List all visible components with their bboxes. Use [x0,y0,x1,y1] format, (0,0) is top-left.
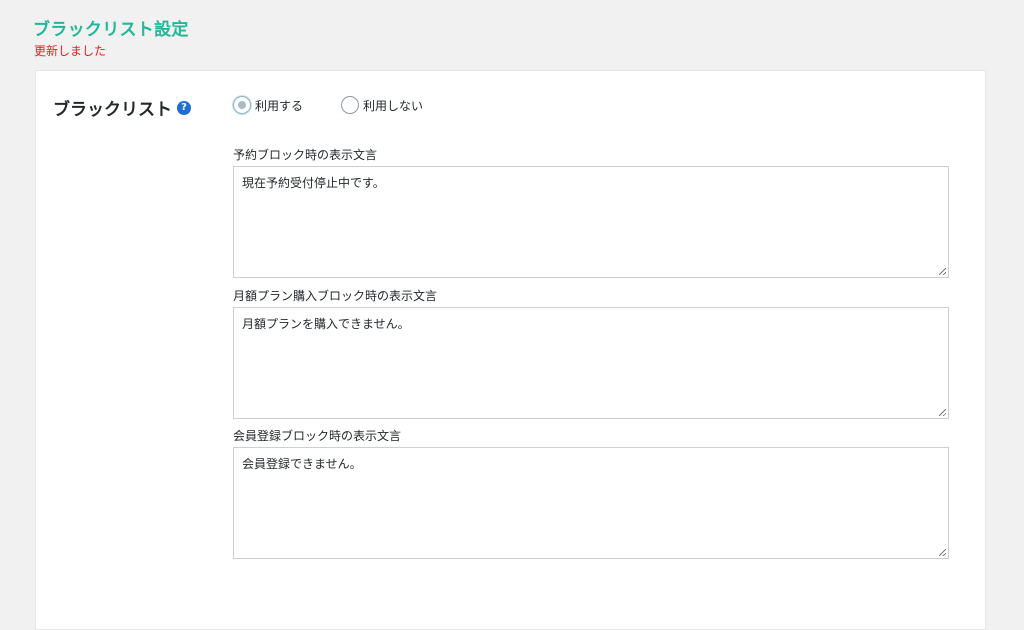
radio-option-use[interactable]: 利用する [233,96,303,114]
radio-use[interactable] [233,96,251,114]
member-registration-block-text: 会員登録できません。 [242,457,362,471]
question-circle-icon[interactable]: ? [177,100,191,115]
reservation-block-label: 予約ブロック時の表示文言 [233,148,378,162]
resize-handle-icon[interactable] [939,268,946,275]
resize-handle-icon[interactable] [939,549,946,556]
monthly-plan-block-text: 月額プランを購入できません。 [242,317,410,331]
settings-panel: ブラックリスト ? 利用する 利用しない 予約ブロック時の表示文言 現在予約受付… [35,70,986,630]
blacklist-label-text: ブラックリスト [53,100,172,120]
monthly-plan-block-field: 月額プラン購入ブロック時の表示文言 月額プランを購入できません。 [233,287,949,419]
radio-use-label: 利用する [255,98,304,113]
radio-not-use[interactable] [341,96,360,114]
member-registration-block-textarea[interactable]: 会員登録できません。 [233,447,949,559]
radio-checked-dot [238,101,246,109]
reservation-block-field: 予約ブロック時の表示文言 現在予約受付停止中です。 [233,146,949,278]
blacklist-setting-label: ブラックリスト ? [53,95,191,120]
update-notice: 更新しました [34,44,107,58]
resize-handle-icon[interactable] [939,409,946,416]
member-registration-block-label: 会員登録ブロック時の表示文言 [233,429,402,443]
radio-option-not-use[interactable]: 利用しない [341,96,423,114]
monthly-plan-block-label: 月額プラン購入ブロック時の表示文言 [233,289,438,303]
reservation-block-text: 現在予約受付停止中です。 [242,176,385,190]
reservation-block-textarea[interactable]: 現在予約受付停止中です。 [233,166,949,278]
monthly-plan-block-textarea[interactable]: 月額プランを購入できません。 [233,307,949,419]
blacklist-radio-group: 利用する 利用しない [233,96,423,114]
member-registration-block-field: 会員登録ブロック時の表示文言 会員登録できません。 [233,427,949,559]
radio-not-use-label: 利用しない [363,98,424,113]
page-title: ブラックリスト設定 [33,20,189,40]
